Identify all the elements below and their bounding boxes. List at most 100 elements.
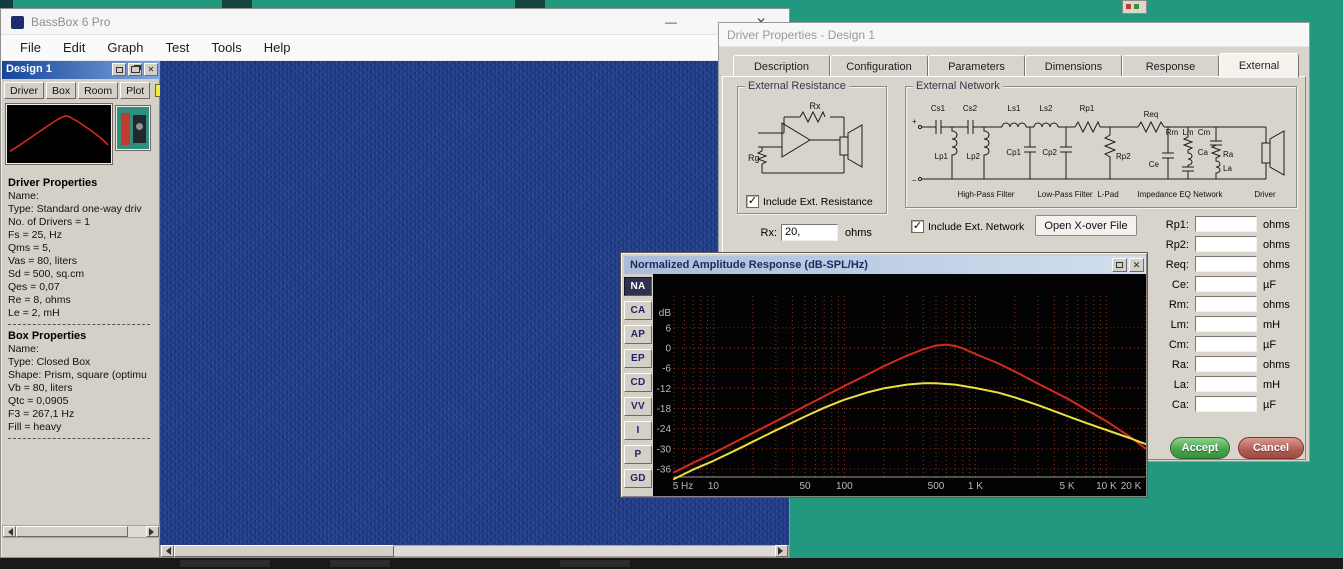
circuit-label-rp1: Rp1 — [1080, 104, 1095, 113]
box-prop-line: F3 = 267,1 Hz — [8, 408, 75, 420]
box-driver-icon — [115, 105, 151, 151]
field-input-rp1[interactable] — [1195, 216, 1257, 232]
menu-file[interactable]: File — [9, 35, 52, 61]
graph-mode-cd-button[interactable]: CD — [624, 373, 652, 392]
tab-driver[interactable]: Driver — [4, 82, 44, 99]
scroll-left-icon[interactable] — [3, 526, 16, 537]
scrollbar-thumb[interactable] — [16, 526, 128, 537]
graph-mode-ep-button[interactable]: EP — [624, 349, 652, 368]
menu-help[interactable]: Help — [253, 35, 302, 61]
circuit-label-ra: Ra — [1223, 150, 1234, 159]
menu-tools[interactable]: Tools — [200, 35, 252, 61]
field-input-ra[interactable] — [1195, 356, 1257, 372]
menu-test[interactable]: Test — [155, 35, 201, 61]
design-panel-title-bar[interactable]: Design 1 ✕ — [2, 61, 160, 79]
tab-response[interactable]: Response — [1122, 55, 1219, 78]
driver-prop-line: Qes = 0,07 — [8, 281, 60, 293]
open-xover-file-button[interactable]: Open X-over File — [1035, 215, 1137, 236]
field-unit: ohms — [1263, 259, 1290, 271]
rx-unit: ohms — [845, 227, 872, 239]
driver-prop-line: Vas = 80, liters — [8, 255, 77, 267]
tab-external[interactable]: External — [1219, 53, 1299, 78]
minimize-button[interactable]: — — [653, 9, 689, 35]
scrollbar-thumb[interactable] — [174, 545, 394, 557]
workspace-horizontal-scrollbar[interactable] — [160, 545, 789, 557]
field-unit: ohms — [1263, 219, 1290, 231]
scroll-right-icon[interactable] — [775, 545, 788, 557]
box-prop-line: Name: — [8, 343, 39, 355]
svg-text:5 K: 5 K — [1059, 481, 1074, 492]
cancel-button[interactable]: Cancel — [1238, 437, 1304, 459]
svg-text:5 Hz: 5 Hz — [673, 481, 694, 492]
close-icon[interactable]: ✕ — [144, 63, 158, 76]
graph-mode-p-button[interactable]: P — [624, 445, 652, 464]
box-prop-line: Qtc = 0,0905 — [8, 395, 69, 407]
svg-text:500: 500 — [928, 481, 945, 492]
field-input-la[interactable] — [1195, 376, 1257, 392]
graph-mode-ca-button[interactable]: CA — [624, 301, 652, 320]
driver-prop-line: Fs = 25, Hz — [8, 229, 62, 241]
design-summary: Driver Properties Name: Type: Standard o… — [8, 177, 158, 444]
circuit-label-req: Req — [1144, 110, 1159, 119]
menu-edit[interactable]: Edit — [52, 35, 96, 61]
rx-input[interactable]: 20, — [781, 224, 838, 241]
main-title-bar[interactable]: BassBox 6 Pro — ✕ — [1, 9, 789, 35]
tab-configuration[interactable]: Configuration — [830, 55, 928, 78]
field-input-ca[interactable] — [1195, 396, 1257, 412]
menu-graph[interactable]: Graph — [96, 35, 154, 61]
scroll-left-icon[interactable] — [161, 545, 174, 557]
close-icon[interactable]: ✕ — [1129, 258, 1144, 272]
field-input-rp2[interactable] — [1195, 236, 1257, 252]
circuit-label-cs1: Cs1 — [931, 104, 946, 113]
circuit-label-cm: Cm — [1198, 128, 1211, 137]
box-prop-line: Vb = 80, liters — [8, 382, 73, 394]
field-unit: µF — [1263, 339, 1277, 351]
scroll-right-icon[interactable] — [146, 526, 159, 537]
restore-button[interactable] — [1112, 258, 1127, 272]
response-plot-area: 6 0 -6 -12 -18 -24 -30 -36 dB 5 Hz 10 50 100 500 1 K 5 … — [653, 274, 1146, 496]
field-input-lm[interactable] — [1195, 316, 1257, 332]
duplicate-button[interactable] — [128, 63, 142, 76]
circuit-label-la: La — [1223, 164, 1232, 173]
circuit-label-ls2: Ls2 — [1040, 104, 1053, 113]
graph-mode-gd-button[interactable]: GD — [624, 469, 652, 488]
svg-text:100: 100 — [836, 481, 853, 492]
svg-text:10 K: 10 K — [1096, 481, 1117, 492]
circuit-label-lm: Lm — [1182, 128, 1193, 137]
field-input-ce[interactable] — [1195, 276, 1257, 292]
dialog-title-bar[interactable]: Driver Properties - Design 1 — [719, 23, 1309, 47]
restore-button[interactable] — [112, 63, 126, 76]
circuit-label-lp1: Lp1 — [935, 152, 949, 161]
checkbox-label: Include Ext. Network — [928, 220, 1025, 233]
response-thumbnail[interactable] — [5, 103, 113, 165]
app-icon — [11, 16, 24, 29]
include-ext-resistance-checkbox[interactable]: ✓ — [746, 195, 759, 208]
driver-prop-line: Sd = 500, sq.cm — [8, 268, 85, 280]
graph-mode-ap-button[interactable]: AP — [624, 325, 652, 344]
accept-button[interactable]: Accept — [1170, 437, 1230, 459]
tab-parameters[interactable]: Parameters — [928, 55, 1025, 78]
svg-text:10: 10 — [708, 481, 720, 492]
field-unit: µF — [1263, 399, 1277, 411]
graph-mode-i-button[interactable]: I — [624, 421, 652, 440]
field-input-req[interactable] — [1195, 256, 1257, 272]
field-input-rm[interactable] — [1195, 296, 1257, 312]
field-label-rp2: Rp2: — [1165, 239, 1189, 251]
field-input-cm[interactable] — [1195, 336, 1257, 352]
panel-horizontal-scrollbar[interactable] — [2, 525, 160, 538]
tab-dimensions[interactable]: Dimensions — [1025, 55, 1122, 78]
tab-room[interactable]: Room — [78, 82, 119, 99]
tab-plot[interactable]: Plot — [120, 82, 151, 99]
tab-description[interactable]: Description — [733, 55, 830, 78]
box-prop-line: Shape: Prism, square (optimu — [8, 369, 147, 381]
graph-mode-na-button[interactable]: NA — [624, 277, 652, 296]
graph-mode-vv-button[interactable]: VV — [624, 397, 652, 416]
circuit-label-rp2: Rp2 — [1116, 152, 1131, 161]
graph-title-bar[interactable]: Normalized Amplitude Response (dB-SPL/Hz… — [624, 256, 1146, 274]
group-label: External Network — [913, 80, 1003, 92]
background-window-fragment — [515, 0, 545, 8]
driver-prop-line: No. of Drivers = 1 — [8, 216, 90, 228]
driver-prop-line: Re = 8, ohms — [8, 294, 71, 306]
tab-box[interactable]: Box — [46, 82, 77, 99]
include-ext-network-checkbox[interactable]: ✓ — [911, 220, 924, 233]
